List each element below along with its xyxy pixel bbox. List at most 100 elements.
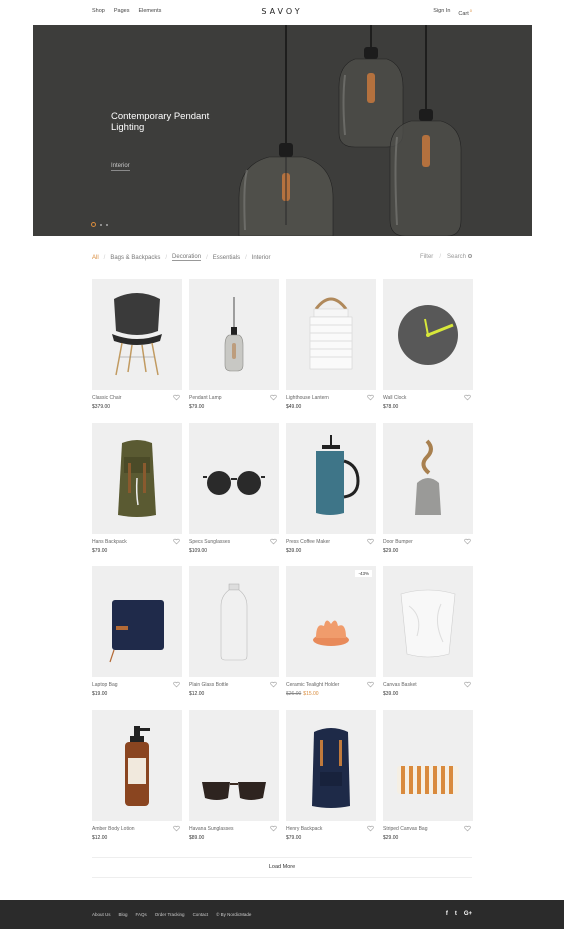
filter-separator: /	[439, 254, 441, 260]
product-image[interactable]	[383, 566, 473, 677]
wishlist-heart-icon[interactable]	[367, 681, 374, 688]
wishlist-heart-icon[interactable]	[464, 825, 471, 832]
search-toggle[interactable]: Search	[447, 254, 472, 260]
filter-essentials[interactable]: Essentials	[213, 255, 240, 261]
product-price: $109.00	[189, 548, 208, 554]
sign-in-link[interactable]: Sign In	[433, 8, 450, 17]
search-icon	[468, 254, 472, 258]
twitter-icon[interactable]: t	[455, 911, 457, 917]
footer-links: About Us Blog FAQs Order Tracking Contac…	[92, 912, 251, 917]
glass-bottle-image	[220, 583, 248, 661]
product-image[interactable]	[383, 423, 473, 534]
tealight-holder-image	[313, 620, 349, 646]
product-name[interactable]: Lighthouse Lantern	[286, 395, 329, 401]
product-name[interactable]: Door Bumper	[383, 539, 413, 545]
hero-slider[interactable]: Contemporary Pendant Lighting Interior	[33, 25, 532, 236]
lantern-image	[309, 297, 353, 370]
wishlist-heart-icon[interactable]	[270, 538, 277, 545]
footer-link-blog[interactable]: Blog	[119, 912, 128, 917]
product-name[interactable]: Havana Sunglasses	[189, 826, 233, 832]
product-name[interactable]: Amber Body Lotion	[92, 826, 135, 832]
cart-link[interactable]: Cart0	[458, 8, 472, 17]
havana-sunglasses-image	[202, 782, 266, 800]
google-plus-icon[interactable]: G+	[464, 911, 472, 917]
wishlist-heart-icon[interactable]	[270, 825, 277, 832]
product-price: $29.00	[383, 548, 399, 554]
sunglasses-image	[203, 471, 265, 495]
product-name[interactable]: Canvas Basket	[383, 682, 417, 688]
slider-dot-1[interactable]	[91, 222, 96, 227]
product-image[interactable]	[189, 710, 279, 821]
product-image[interactable]	[189, 566, 279, 677]
filter-interior[interactable]: Interior	[252, 255, 271, 261]
wishlist-heart-icon[interactable]	[464, 681, 471, 688]
product-image[interactable]	[286, 423, 376, 534]
coffee-maker-image	[316, 435, 360, 515]
hero-category-link[interactable]: Interior	[111, 163, 130, 171]
wishlist-heart-icon[interactable]	[270, 394, 277, 401]
wishlist-heart-icon[interactable]	[173, 394, 180, 401]
slider-pagination	[91, 222, 108, 227]
footer-link-contact[interactable]: Contact	[193, 912, 209, 917]
wishlist-heart-icon[interactable]	[173, 825, 180, 832]
footer-link-faqs[interactable]: FAQs	[136, 912, 147, 917]
product-image[interactable]	[286, 279, 376, 390]
product-image[interactable]	[92, 710, 182, 821]
product-price: $39.00	[286, 548, 302, 554]
divider	[92, 857, 472, 858]
filter-separator: /	[206, 254, 208, 261]
product-image[interactable]	[189, 279, 279, 390]
filter-decoration[interactable]: Decoration	[172, 254, 202, 261]
facebook-icon[interactable]: f	[446, 911, 448, 917]
product-name[interactable]: Press Coffee Maker	[286, 539, 330, 545]
account-nav: Sign In Cart0	[433, 8, 472, 17]
product-name[interactable]: Ceramic Tealight Holder	[286, 682, 339, 688]
site-logo[interactable]: SAVOY	[0, 7, 564, 16]
product-name[interactable]: Wall Clock	[383, 395, 406, 401]
footer-link-about[interactable]: About Us	[92, 912, 111, 917]
product-image[interactable]: -43%	[286, 566, 376, 677]
filter-toggle[interactable]: Filter	[420, 254, 433, 260]
product-image[interactable]	[92, 566, 182, 677]
wishlist-heart-icon[interactable]	[464, 394, 471, 401]
product-name[interactable]: Henry Backpack	[286, 826, 322, 832]
filter-all[interactable]: All	[92, 255, 99, 261]
wall-clock-image	[398, 305, 458, 365]
wishlist-heart-icon[interactable]	[464, 538, 471, 545]
product-name[interactable]: Laptop Bag	[92, 682, 118, 688]
product-price: $39.00	[383, 691, 399, 697]
slider-dot-2[interactable]	[100, 223, 102, 226]
product-image[interactable]	[189, 423, 279, 534]
product-image[interactable]	[383, 710, 473, 821]
product-price: $89.00	[189, 835, 205, 841]
slider-dot-3[interactable]	[106, 223, 108, 226]
product-name[interactable]: Pendant Lamp	[189, 395, 222, 401]
product-price: $12.00	[189, 691, 205, 697]
product-image[interactable]	[92, 423, 182, 534]
product-price: $12.00	[92, 835, 108, 841]
product-image[interactable]	[286, 710, 376, 821]
product-name[interactable]: Specs Sunglasses	[189, 539, 230, 545]
laptop-bag-image	[109, 600, 164, 663]
product-image[interactable]	[92, 279, 182, 390]
product-name[interactable]: Plain Glass Bottle	[189, 682, 228, 688]
wishlist-heart-icon[interactable]	[367, 825, 374, 832]
product-name[interactable]: Classic Chair	[92, 395, 121, 401]
divider	[92, 877, 472, 878]
discount-badge: -43%	[355, 570, 372, 577]
filter-separator: /	[245, 254, 247, 261]
wishlist-heart-icon[interactable]	[367, 538, 374, 545]
wishlist-heart-icon[interactable]	[367, 394, 374, 401]
footer-link-order-tracking[interactable]: Order Tracking	[155, 912, 185, 917]
wishlist-heart-icon[interactable]	[173, 538, 180, 545]
wishlist-heart-icon[interactable]	[173, 681, 180, 688]
product-price: $29.00	[383, 835, 399, 841]
product-image[interactable]	[383, 279, 473, 390]
filter-bags-backpacks[interactable]: Bags & Backpacks	[110, 255, 160, 261]
filter-separator: /	[103, 254, 106, 261]
wishlist-heart-icon[interactable]	[270, 681, 277, 688]
product-name[interactable]: Striped Canvas Bag	[383, 826, 427, 832]
canvas-basket-image	[400, 589, 456, 658]
product-name[interactable]: Hans Backpack	[92, 539, 127, 545]
load-more-button[interactable]: Load More	[0, 864, 564, 870]
